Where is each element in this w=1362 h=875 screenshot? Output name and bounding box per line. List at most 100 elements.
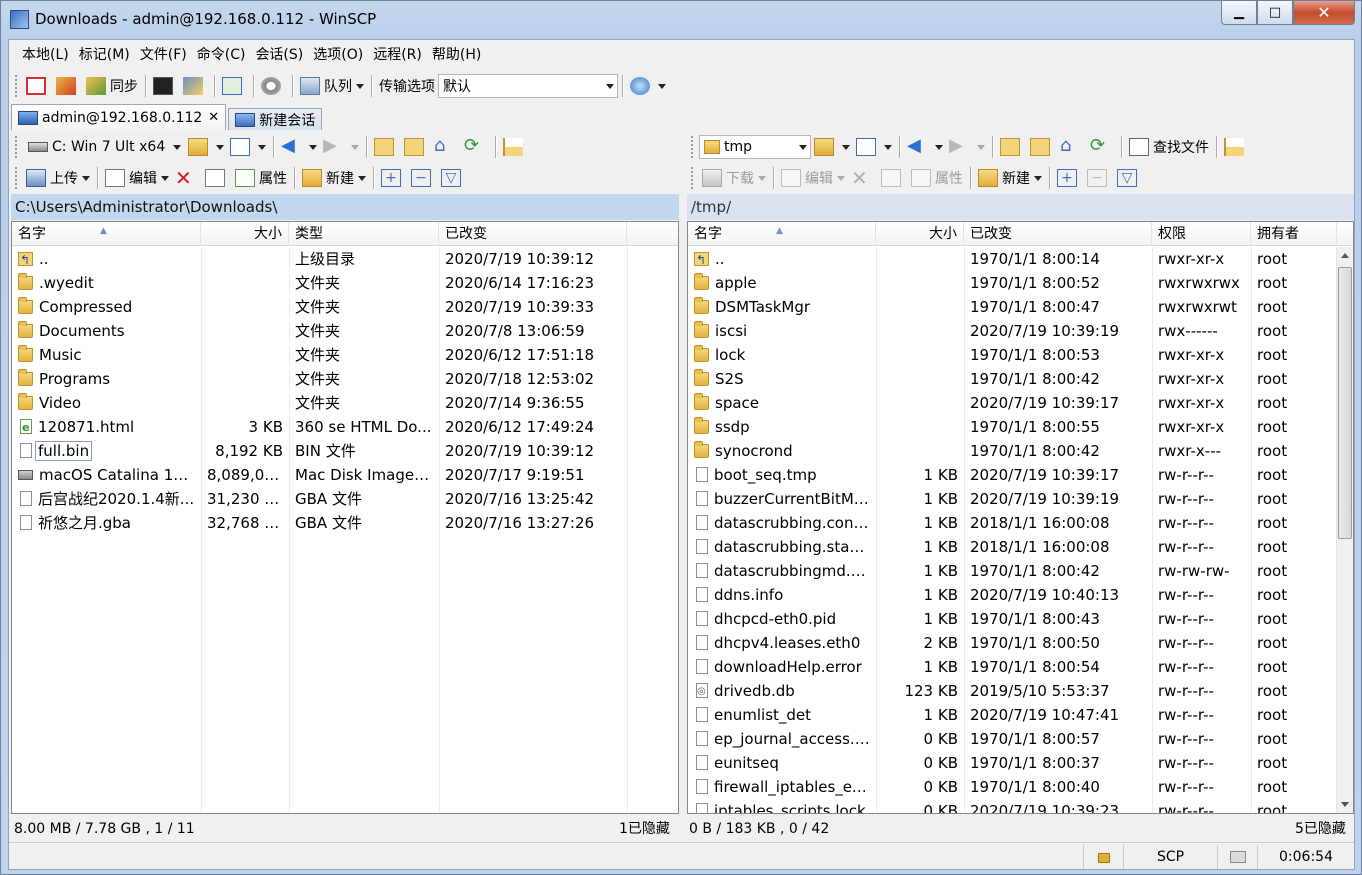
table-row[interactable]: datascrubbingmd.c... 1 KB 1970/1/1 8:00:42… [688,559,1353,583]
menu-mark[interactable]: 标记(M) [74,40,135,70]
menu-local[interactable]: 本地(L) [17,40,74,70]
transfer-settings-select[interactable]: 默认 [438,74,618,98]
scroll-down-arrow-icon[interactable] [1341,802,1349,807]
upload-button[interactable]: 上传 [23,165,93,191]
right-edit-button[interactable]: 编辑 [778,165,848,191]
putty-button[interactable] [180,73,210,99]
left-open-dir-button[interactable] [185,134,227,160]
right-filter-button[interactable] [853,134,895,160]
table-row[interactable]: .. 1970/1/1 8:00:14 rwxr-xr-x root [688,247,1353,271]
left-forward-button[interactable]: ▶ [320,134,362,160]
console-button[interactable] [150,73,180,99]
table-row[interactable]: downloadHelp.error 1 KB 1970/1/1 8:00:54 rw… [688,655,1353,679]
left-col-type[interactable]: 类型 [289,222,439,246]
scrollbar-thumb[interactable] [1338,267,1352,539]
right-root-dir-button[interactable] [1027,134,1057,160]
table-row[interactable]: Video 文件夹 2020/7/14 9:36:55 [12,391,678,415]
left-properties-button[interactable]: 属性 [232,165,290,191]
menu-remote[interactable]: 远程(R) [368,40,427,70]
menu-files[interactable]: 文件(F) [135,40,192,70]
find-files-button[interactable]: 查找文件 [1126,134,1212,160]
table-row[interactable]: space 2020/7/19 10:39:17 rwxr-xr-x root [688,391,1353,415]
table-row[interactable]: Programs 文件夹 2020/7/18 12:53:02 [12,367,678,391]
left-back-button[interactable]: ◀ [278,134,320,160]
right-delete-button[interactable]: ✕ [848,165,878,191]
table-row[interactable]: iscsi 2020/7/19 10:39:19 rwx------ root [688,319,1353,343]
table-row[interactable]: .wyedit 文件夹 2020/6/14 17:16:23 [12,271,678,295]
table-row[interactable]: ssdp 1970/1/1 8:00:55 rwxr-xr-x root [688,415,1353,439]
queue-button[interactable]: 队列 [297,73,367,99]
right-home-button[interactable]: ⌂ [1057,134,1087,160]
left-edit-button[interactable]: 编辑 [102,165,172,191]
table-row[interactable]: datascrubbing.statu... 1 KB 2018/1/1 16:00… [688,535,1353,559]
tab-session-admin[interactable]: admin@192.168.0.112 ✕ [11,104,227,130]
right-unselect-button[interactable]: − [1084,165,1114,191]
right-rename-button[interactable] [878,165,908,191]
preferences-button[interactable] [258,73,288,99]
table-row[interactable]: .. 上级目录 2020/7/19 10:39:12 [12,247,678,271]
site-manager-button[interactable] [627,73,669,99]
table-row[interactable]: full.bin 8,192 KB BIN 文件 2020/7/19 10:39:12 [12,439,678,463]
left-rename-button[interactable] [202,165,232,191]
toolbar-grip[interactable] [15,136,19,158]
left-filter-button[interactable] [227,134,269,160]
right-parent-dir-button[interactable] [997,134,1027,160]
right-file-panel[interactable]: 名字▲ 大小 已改变 权限 拥有者 .. 1970/1/1 8:00:14 rwxr… [687,221,1354,814]
right-properties-button[interactable]: 属性 [908,165,966,191]
table-row[interactable]: Music 文件夹 2020/6/12 17:51:18 [12,343,678,367]
right-open-dir-button[interactable] [811,134,853,160]
table-row[interactable]: drivedb.db 123 KB 2019/5/10 5:53:37 rw-r--r… [688,679,1353,703]
right-forward-button[interactable]: ▶ [946,134,988,160]
left-select-all-button[interactable]: + [378,165,408,191]
right-select-all-button[interactable]: + [1054,165,1084,191]
menu-commands[interactable]: 命令(C) [192,40,251,70]
left-tree-button[interactable] [500,134,530,160]
right-col-name[interactable]: 名字 ▲ [688,222,876,246]
left-new-button[interactable]: 新建 [299,165,369,191]
left-col-size[interactable]: 大小 [201,222,289,246]
left-filter-select-button[interactable]: ▽ [438,165,468,191]
close-tab-icon[interactable]: ✕ [208,110,219,125]
right-refresh-button[interactable]: ⟳ [1087,134,1117,160]
left-col-changed[interactable]: 已改变 [439,222,627,246]
toolbar-grip[interactable] [691,136,695,158]
table-row[interactable]: iptables_scripts.lock 0 KB 2020/7/19 10:39… [688,799,1353,813]
right-filter-select-button[interactable]: ▽ [1114,165,1144,191]
table-row[interactable]: apple 1970/1/1 8:00:52 rwxrwxrwx root [688,271,1353,295]
left-file-panel[interactable]: 名字▲ 大小 类型 已改变 .. 上级目录 2020/7/19 10:39:12 .w… [11,221,679,814]
sync-button[interactable]: 同步 [83,73,141,99]
table-row[interactable]: ep_journal_access.l... 0 KB 1970/1/1 8:00:… [688,727,1353,751]
right-col-permissions[interactable]: 权限 [1152,222,1251,246]
left-root-dir-button[interactable] [401,134,431,160]
table-row[interactable]: 120871.html 3 KB 360 se HTML Do... 2020/6/1… [12,415,678,439]
maximize-button[interactable]: □ [1257,1,1293,25]
table-row[interactable]: macOS Catalina 10.... 8,089,09... Mac Disk… [12,463,678,487]
table-row[interactable]: DSMTaskMgr 1970/1/1 8:00:47 rwxrwxrwt root [688,295,1353,319]
table-row[interactable]: Compressed 文件夹 2020/7/19 10:39:33 [12,295,678,319]
table-row[interactable]: S2S 1970/1/1 8:00:42 rwxr-xr-x root [688,367,1353,391]
table-row[interactable]: synocrond 1970/1/1 8:00:42 rwxr-x--- root [688,439,1353,463]
table-row[interactable]: Documents 文件夹 2020/7/8 13:06:59 [12,319,678,343]
scroll-up-arrow-icon[interactable] [1341,253,1349,258]
menu-help[interactable]: 帮助(H) [427,40,486,70]
table-row[interactable]: buzzerCurrentBitMap 1 KB 2020/7/19 10:39:1… [688,487,1353,511]
right-dir-select[interactable]: tmp [699,135,811,159]
left-refresh-button[interactable]: ⟳ [461,134,491,160]
download-button[interactable]: 下载 [699,165,769,191]
table-row[interactable]: boot_seq.tmp 1 KB 2020/7/19 10:39:17 rw-r--… [688,463,1353,487]
table-row[interactable]: lock 1970/1/1 8:00:53 rwxr-xr-x root [688,343,1353,367]
table-row[interactable]: ddns.info 1 KB 2020/7/19 10:40:13 rw-r--r--… [688,583,1353,607]
right-col-owner[interactable]: 拥有者 [1251,222,1337,246]
table-row[interactable]: dhcpv4.leases.eth0 2 KB 1970/1/1 8:00:50 rw… [688,631,1353,655]
right-col-size[interactable]: 大小 [876,222,964,246]
close-window-button[interactable]: ✕ [1293,1,1355,25]
table-row[interactable]: datascrubbing.conf.... 1 KB 2018/1/1 16:00… [688,511,1353,535]
table-row[interactable]: eunitseq 0 KB 1970/1/1 8:00:37 rw-r--r-- roo… [688,751,1353,775]
menu-options[interactable]: 选项(O) [308,40,368,70]
right-vertical-scrollbar[interactable] [1336,247,1353,813]
right-tree-button[interactable] [1221,134,1251,160]
left-delete-button[interactable]: ✕ [172,165,202,191]
right-new-button[interactable]: 新建 [975,165,1045,191]
refresh-all-button[interactable] [219,73,249,99]
toolbar-grip[interactable] [691,167,695,189]
